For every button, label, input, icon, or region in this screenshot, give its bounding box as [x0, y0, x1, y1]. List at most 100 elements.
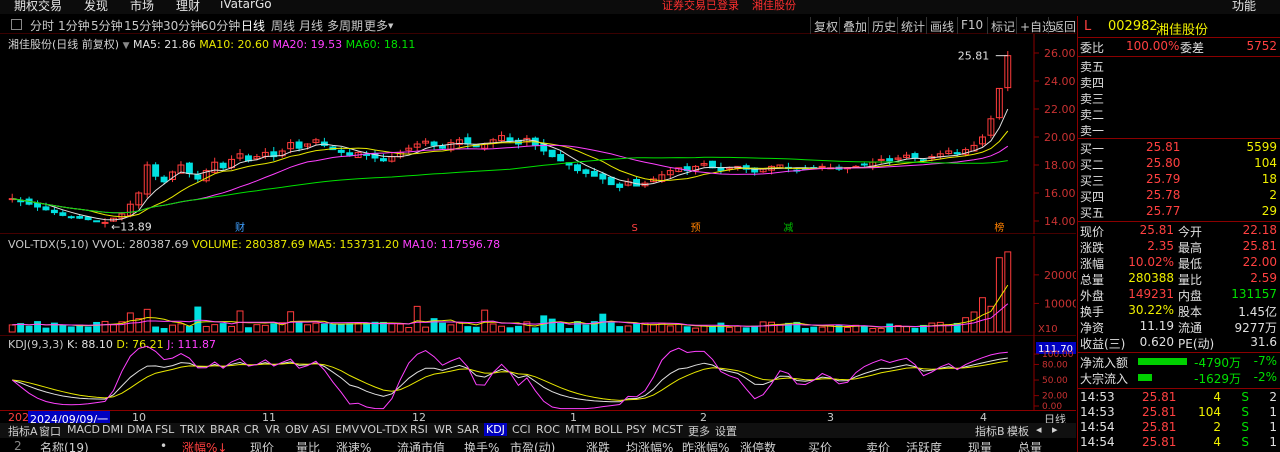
column-header[interactable]: 量比: [296, 439, 320, 452]
period-tab[interactable]: 60分钟: [201, 17, 240, 34]
column-header[interactable]: 买价: [808, 439, 832, 452]
f10-button[interactable]: F10: [957, 17, 986, 34]
chevron-down-icon[interactable]: ▼: [388, 22, 393, 30]
template-tab[interactable]: 模板: [1007, 423, 1029, 439]
indicator-tab[interactable]: 指标A: [8, 423, 38, 439]
column-header[interactable]: 活跃度: [906, 439, 942, 452]
period-tab[interactable]: 多周期: [327, 17, 363, 34]
mark-button[interactable]: 标记: [987, 17, 1018, 34]
period-tab[interactable]: 5分钟: [91, 17, 123, 34]
weicha-label: 委差: [1180, 41, 1205, 55]
tick-side: S: [1241, 420, 1249, 434]
volume-bar: [439, 322, 446, 333]
column-header[interactable]: 均涨幅%: [626, 439, 673, 452]
buy-level-row[interactable]: 买一 25.81 5599: [1080, 140, 1279, 156]
column-header[interactable]: 涨停数: [740, 439, 776, 452]
indicator-tab-active[interactable]: KDJ: [484, 423, 507, 436]
indicator-tab[interactable]: DMA: [127, 423, 153, 436]
kdj-chart[interactable]: 111.70100.0080.0050.0020.000.00: [0, 336, 1076, 410]
column-header[interactable]: 昨涨幅%: [682, 439, 729, 452]
column-header[interactable]: 现价: [250, 439, 274, 452]
indicator-tab[interactable]: MCST: [652, 423, 683, 436]
indicator-tab[interactable]: 设置: [715, 423, 737, 439]
indicator-tab[interactable]: BOLL: [594, 423, 622, 436]
menu-item-function[interactable]: 功能: [1232, 0, 1256, 14]
indicator-tab[interactable]: FSL: [155, 423, 174, 436]
period-tab[interactable]: 分时: [30, 17, 54, 34]
indicator-tab[interactable]: 窗口: [39, 423, 61, 439]
toggle-icon[interactable]: [11, 19, 22, 30]
indicator-tab[interactable]: TRIX: [180, 423, 205, 436]
buy-level-volume: 5599: [1246, 140, 1277, 154]
indicator-tab[interactable]: VR: [265, 423, 280, 436]
indicator-tab[interactable]: DMI: [102, 423, 123, 436]
candle-body: [185, 162, 193, 174]
indicator-tab[interactable]: WR: [434, 423, 453, 436]
column-header[interactable]: 总量: [1018, 439, 1042, 452]
column-header[interactable]: 涨跌: [586, 439, 610, 452]
indicator-tab[interactable]: ASI: [312, 423, 330, 436]
stats-button[interactable]: 统计: [897, 17, 928, 34]
indicator-tab[interactable]: CR: [244, 423, 259, 436]
indicator-tab[interactable]: BRAR: [210, 423, 240, 436]
period-tab[interactable]: 1分钟: [58, 17, 90, 34]
column-header[interactable]: 换手%: [464, 439, 499, 452]
column-header[interactable]: 现量: [968, 439, 992, 452]
volume-bar: [363, 322, 371, 333]
volume-chart[interactable]: 20000 10000 X10: [0, 236, 1076, 336]
column-header[interactable]: 涨速%: [336, 439, 371, 452]
indicator-tab[interactable]: OBV: [285, 423, 308, 436]
buy-level-row[interactable]: 买三 25.79 18: [1080, 172, 1279, 188]
menu-item-discover[interactable]: 发现: [84, 0, 108, 14]
buy-level-row[interactable]: 买二 25.80 104: [1080, 156, 1279, 172]
column-header-sorted[interactable]: 涨幅%↓: [182, 439, 227, 452]
indicator-tab[interactable]: MACD: [67, 423, 100, 436]
overlay-button[interactable]: 叠加: [839, 17, 870, 34]
period-tab-more[interactable]: 更多: [364, 17, 388, 34]
column-header[interactable]: 名称(19): [40, 439, 89, 452]
tick-count: 1: [1269, 405, 1277, 419]
back-button[interactable]: 返回: [1048, 17, 1079, 34]
indicator-tab[interactable]: RSI: [410, 423, 428, 436]
tick-volume: 104: [1198, 405, 1221, 419]
menu-item-options[interactable]: 期权交易: [14, 0, 62, 14]
period-tab[interactable]: 周线: [271, 17, 295, 34]
indicator-tab[interactable]: VOL-TDX: [360, 423, 408, 436]
period-tab[interactable]: 30分钟: [163, 17, 202, 34]
candlestick-chart[interactable]: 26.00 24.00 22.00 20.00 18.00 16.00 14.00 25.81…: [0, 34, 1076, 234]
buy-level-row[interactable]: 买四 25.78 2: [1080, 188, 1279, 204]
indicator-tab[interactable]: SAR: [457, 423, 479, 436]
volume-bar: [110, 324, 117, 333]
tick-count: 1: [1269, 435, 1277, 449]
indicator-b-tab[interactable]: 指标B: [975, 423, 1005, 439]
candle-body: [50, 209, 58, 214]
period-tab-active[interactable]: 日线: [241, 17, 265, 34]
flow-label: 大宗流入: [1080, 372, 1129, 386]
indicator-tab[interactable]: EMV: [335, 423, 359, 436]
column-header[interactable]: •: [160, 439, 167, 452]
indicator-tab[interactable]: ROC: [536, 423, 560, 436]
column-header[interactable]: 市盈(动): [510, 439, 555, 452]
sell-level-label: 卖五: [1080, 60, 1105, 74]
volume-bar: [245, 327, 252, 333]
menu-item-finance[interactable]: 理财: [176, 0, 200, 14]
column-header[interactable]: 卖价: [866, 439, 890, 452]
period-tab[interactable]: 月线: [299, 17, 323, 34]
chevron-right-icon[interactable]: ▸: [1052, 423, 1058, 436]
buy-level-row[interactable]: 买五 25.77 29: [1080, 204, 1279, 220]
draw-button[interactable]: 画线: [926, 17, 957, 34]
quote-stat-row: 涨幅 10.02% 最低 22.00: [1080, 255, 1279, 271]
volume-bar: [455, 322, 463, 333]
volume-bar: [574, 321, 581, 333]
indicator-tab[interactable]: PSY: [626, 423, 646, 436]
menu-item-ivatargo[interactable]: iVatarGo: [220, 0, 272, 11]
period-tab[interactable]: 15分钟: [124, 17, 163, 34]
history-button[interactable]: 历史: [868, 17, 899, 34]
adjust-button[interactable]: 复权: [810, 17, 841, 34]
indicator-tab[interactable]: MTM: [565, 423, 591, 436]
indicator-tab[interactable]: 更多: [688, 423, 710, 439]
chevron-left-icon[interactable]: ◂: [1036, 423, 1042, 436]
column-header[interactable]: 流通市值: [397, 439, 445, 452]
indicator-tab[interactable]: CCI: [512, 423, 531, 436]
menu-item-market[interactable]: 市场: [130, 0, 154, 14]
